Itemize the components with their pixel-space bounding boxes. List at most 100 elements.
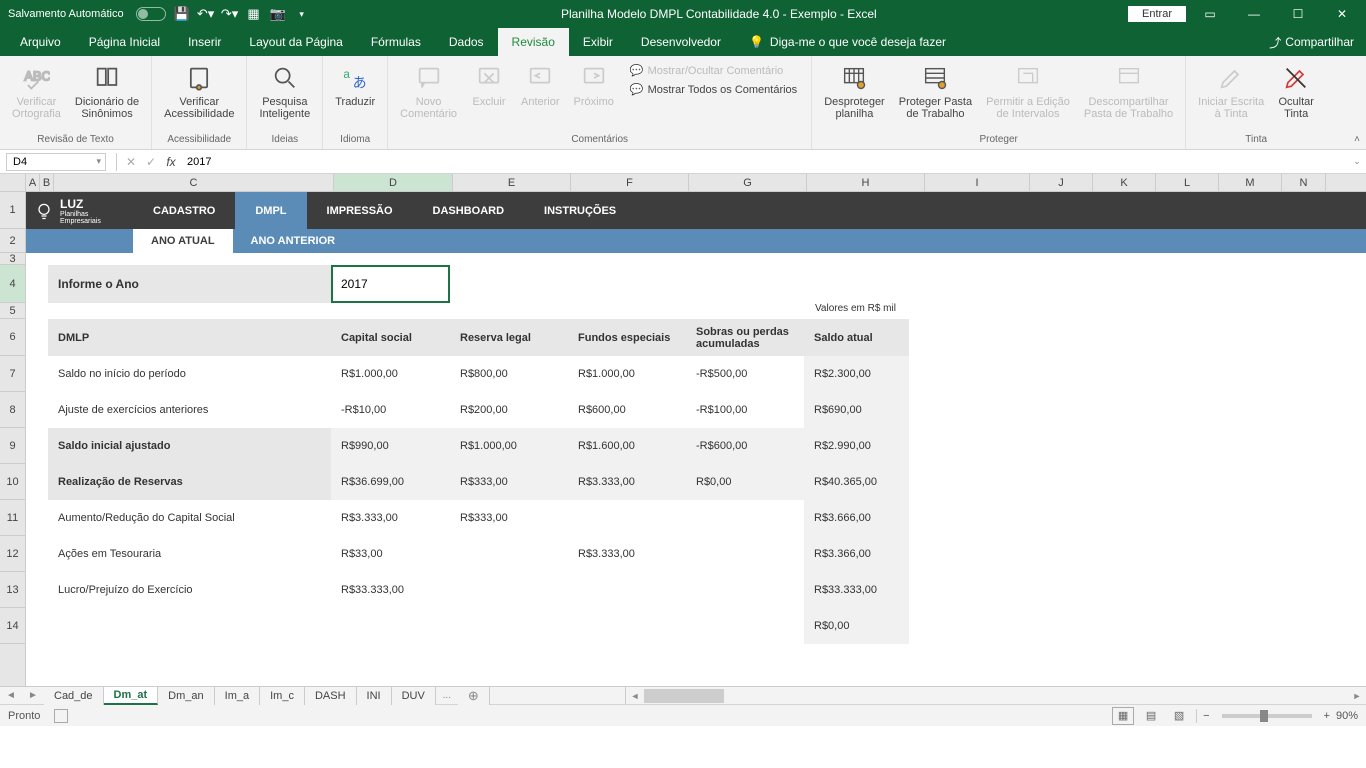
next-comment-button[interactable]: Próximo <box>568 60 620 122</box>
col-header-D[interactable]: D <box>334 174 453 191</box>
cell[interactable] <box>450 608 568 644</box>
protect-workbook-button[interactable]: Proteger Pasta de Trabalho <box>893 60 978 122</box>
col-header-F[interactable]: F <box>571 174 689 191</box>
start-inking-button[interactable]: Iniciar Escrita à Tinta <box>1192 60 1270 122</box>
prev-comment-button[interactable]: Anterior <box>515 60 566 122</box>
col-header-H[interactable]: H <box>807 174 925 191</box>
cell[interactable]: R$2.990,00 <box>804 428 909 464</box>
tab-dados[interactable]: Dados <box>435 28 498 56</box>
view-page-break-button[interactable]: ▧ <box>1168 707 1190 725</box>
row-header-14[interactable]: 14 <box>0 608 25 644</box>
cell[interactable]: R$0,00 <box>686 464 804 500</box>
cell[interactable]: R$3.666,00 <box>804 500 909 536</box>
cell[interactable]: R$33.333,00 <box>331 572 450 608</box>
cell[interactable]: R$333,00 <box>450 500 568 536</box>
cell[interactable]: -R$10,00 <box>331 392 450 428</box>
hscroll-thumb[interactable] <box>644 689 724 703</box>
qat-more-icon[interactable]: ▾ <box>294 6 310 22</box>
tab-exibir[interactable]: Exibir <box>569 28 627 56</box>
cell[interactable]: R$800,00 <box>450 356 568 392</box>
sheet-nav-next[interactable]: ► <box>22 690 44 701</box>
active-cell-d4[interactable]: 2017 <box>331 265 450 303</box>
cell[interactable]: -R$100,00 <box>686 392 804 428</box>
view-page-layout-button[interactable]: ▤ <box>1140 707 1162 725</box>
cell[interactable]: R$2.300,00 <box>804 356 909 392</box>
cell[interactable]: R$1.000,00 <box>568 356 686 392</box>
sheet-tab-Cad_de[interactable]: Cad_de <box>44 687 104 705</box>
show-all-comments-button[interactable]: 💬 Mostrar Todos os Comentários <box>626 81 801 98</box>
tab-layout[interactable]: Layout da Página <box>235 28 356 56</box>
row-header-6[interactable]: 6 <box>0 319 25 356</box>
app-nav-dmpl[interactable]: DMPL <box>235 192 306 229</box>
formula-input[interactable] <box>181 153 1348 171</box>
accessibility-button[interactable]: Verificar Acessibilidade <box>158 60 240 122</box>
cell[interactable]: R$690,00 <box>804 392 909 428</box>
cell[interactable]: -R$600,00 <box>686 428 804 464</box>
translate-button[interactable]: aあ Traduzir <box>329 60 381 110</box>
cell[interactable]: R$3.333,00 <box>568 536 686 572</box>
unprotect-sheet-button[interactable]: Desproteger planilha <box>818 60 891 122</box>
row-header-7[interactable]: 7 <box>0 356 25 392</box>
cell[interactable]: R$1.000,00 <box>331 356 450 392</box>
cell[interactable]: R$36.699,00 <box>331 464 450 500</box>
table-icon[interactable]: ▦ <box>246 6 262 22</box>
row-label[interactable]: Ajuste de exercícios anteriores <box>48 392 331 428</box>
row-header-5[interactable]: 5 <box>0 303 25 319</box>
signin-button[interactable]: Entrar <box>1128 6 1186 22</box>
toggle-comment-button[interactable]: 💬 Mostrar/Ocultar Comentário <box>626 62 801 79</box>
new-comment-button[interactable]: Novo Comentário <box>394 60 463 122</box>
sheet-tab-Dm_at[interactable]: Dm_at <box>104 687 159 705</box>
cell[interactable]: R$40.365,00 <box>804 464 909 500</box>
sheet-more-button[interactable]: ... <box>436 690 458 701</box>
app-nav-cadastro[interactable]: CADASTRO <box>133 192 235 229</box>
app-subtab-0[interactable]: ANO ATUAL <box>133 229 233 253</box>
col-header-B[interactable]: B <box>40 174 54 191</box>
sheet-tab-Im_a[interactable]: Im_a <box>215 687 260 705</box>
maximize-button[interactable]: ☐ <box>1278 0 1318 28</box>
cell[interactable] <box>686 608 804 644</box>
cell[interactable]: R$1.600,00 <box>568 428 686 464</box>
col-header-K[interactable]: K <box>1093 174 1156 191</box>
row-label[interactable] <box>48 608 331 644</box>
row-header-12[interactable]: 12 <box>0 536 25 572</box>
cell[interactable] <box>686 536 804 572</box>
col-header-A[interactable]: A <box>26 174 40 191</box>
cell[interactable]: R$600,00 <box>568 392 686 428</box>
fx-button[interactable]: fx <box>161 155 181 169</box>
col-header-I[interactable]: I <box>925 174 1030 191</box>
cell[interactable] <box>686 500 804 536</box>
sheet-tab-INI[interactable]: INI <box>357 687 392 705</box>
app-nav-impressão[interactable]: IMPRESSÃO <box>307 192 413 229</box>
minimize-button[interactable]: — <box>1234 0 1274 28</box>
row-header-10[interactable]: 10 <box>0 464 25 500</box>
tab-arquivo[interactable]: Arquivo <box>6 28 75 56</box>
cell[interactable]: R$1.000,00 <box>450 428 568 464</box>
sheet-tab-Dm_an[interactable]: Dm_an <box>158 687 214 705</box>
enter-formula-button[interactable]: ✓ <box>141 155 161 169</box>
cell[interactable]: R$33.333,00 <box>804 572 909 608</box>
row-label[interactable]: Aumento/Redução do Capital Social <box>48 500 331 536</box>
view-normal-button[interactable]: ▦ <box>1112 707 1134 725</box>
cell[interactable] <box>331 608 450 644</box>
row-header-13[interactable]: 13 <box>0 572 25 608</box>
autosave-toggle[interactable] <box>136 7 166 21</box>
col-header-M[interactable]: M <box>1219 174 1282 191</box>
zoom-out-button[interactable]: − <box>1203 710 1209 722</box>
name-box[interactable]: D4 <box>6 153 106 171</box>
zoom-in-button[interactable]: + <box>1324 710 1330 722</box>
row-header-2[interactable]: 2 <box>0 229 25 253</box>
macro-record-icon[interactable] <box>54 709 68 723</box>
share-button[interactable]: ⤴ Compartilhar <box>1269 34 1354 51</box>
row-header-1[interactable]: 1 <box>0 192 25 229</box>
cell[interactable]: R$3.333,00 <box>568 464 686 500</box>
undo-icon[interactable]: ↶▾ <box>198 6 214 22</box>
col-header-C[interactable]: C <box>54 174 334 191</box>
cell[interactable] <box>686 572 804 608</box>
cell[interactable]: R$990,00 <box>331 428 450 464</box>
row-header-4[interactable]: 4 <box>0 265 25 303</box>
cell[interactable]: R$3.366,00 <box>804 536 909 572</box>
row-header-9[interactable]: 9 <box>0 428 25 464</box>
new-sheet-button[interactable]: ⊕ <box>458 687 490 705</box>
row-label[interactable]: Ações em Tesouraria <box>48 536 331 572</box>
row-label[interactable]: Realização de Reservas <box>48 464 331 500</box>
